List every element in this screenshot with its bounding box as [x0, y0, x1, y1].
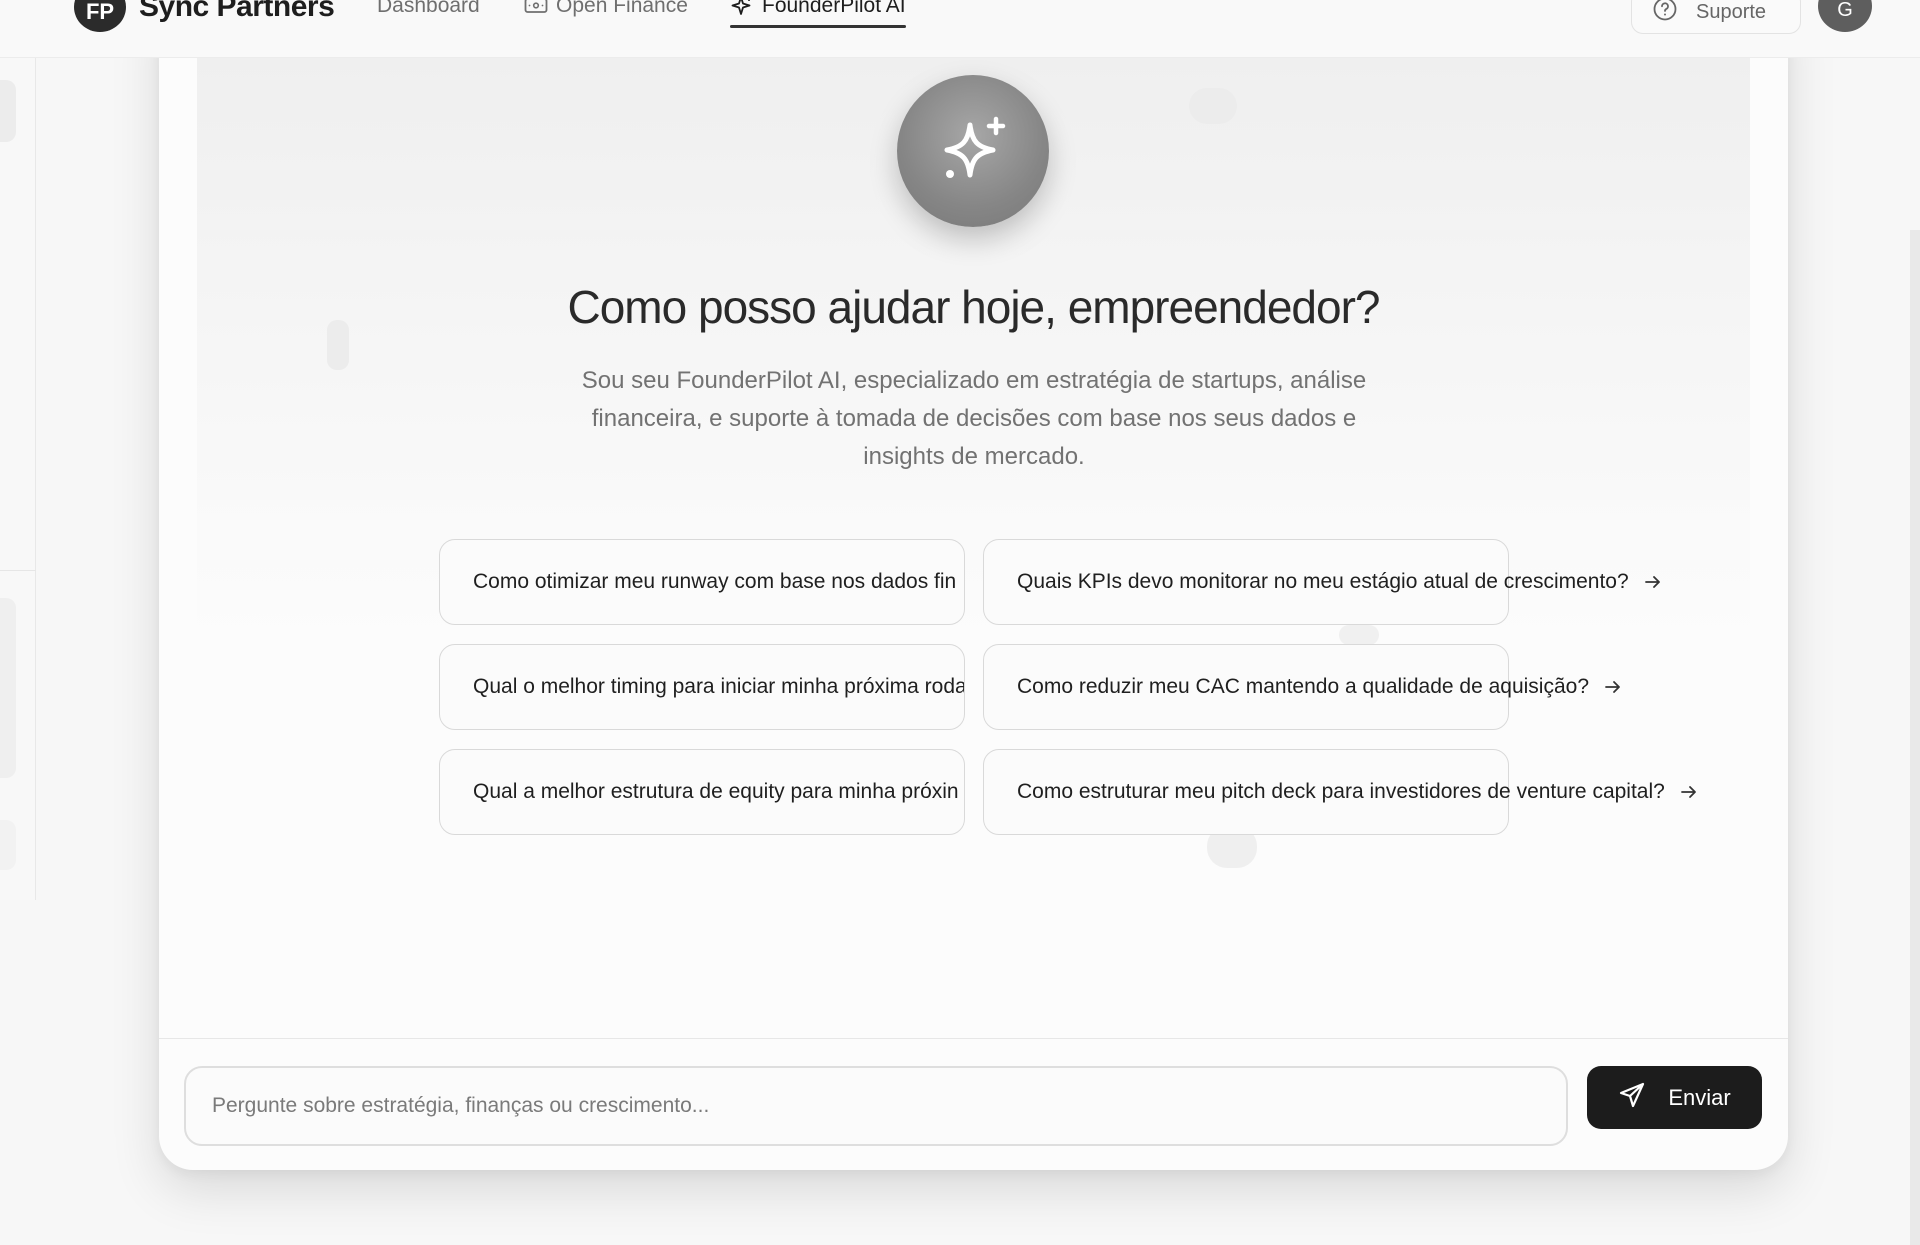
support-label: Suporte — [1696, 0, 1767, 23]
suggestion-card[interactable]: Como estruturar meu pitch deck para inve… — [983, 749, 1696, 835]
suggestion-text: Qual a melhor estrutura de equity para m… — [473, 780, 959, 803]
suggestion-text: Como estruturar meu pitch deck para inve… — [1017, 780, 1665, 803]
avatar[interactable]: G — [1818, 0, 1872, 32]
sparkle-icon — [730, 0, 754, 18]
arrow-right-icon — [1603, 677, 1623, 697]
sidebar-panel — [0, 598, 16, 778]
suggestion-card[interactable]: Como reduzir meu CAC mantendo a qualidad… — [983, 644, 1620, 730]
support-button[interactable]: Suporte — [1631, 0, 1801, 34]
brand-name[interactable]: Sync Partners — [139, 0, 335, 24]
send-button[interactable]: Enviar — [1587, 1066, 1762, 1129]
sidebar-rail — [0, 58, 36, 900]
page-title: Como posso ajudar hoje, empreendedor? — [567, 281, 1381, 333]
suggestion-text: Qual o melhor timing para iniciar minha … — [473, 675, 965, 698]
sidebar-small-button[interactable] — [0, 820, 16, 870]
sidebar-divider — [0, 570, 36, 571]
logo-badge[interactable]: FP — [74, 0, 126, 32]
chat-card: Como posso ajudar hoje, empreendedor? So… — [159, 0, 1788, 1170]
decorative-blob — [1339, 625, 1379, 645]
nav-founderpilot[interactable]: FounderPilot AI — [730, 0, 906, 28]
sidebar-handle[interactable] — [0, 80, 16, 142]
suggestion-card[interactable]: Quais KPIs devo monitorar no meu estágio… — [983, 539, 1660, 625]
arrow-right-icon — [1643, 572, 1663, 592]
wallet-icon — [524, 0, 548, 15]
nav-open-finance[interactable]: Open Finance — [524, 0, 688, 18]
suggestion-text: Como reduzir meu CAC mantendo a qualidad… — [1017, 675, 1590, 698]
chat-input[interactable]: Pergunte sobre estratégia, finanças ou c… — [184, 1066, 1568, 1146]
top-navigation: FP Sync Partners Dashboard Open Finance … — [0, 0, 1920, 58]
suggestion-text: Como otimizar meu runway com base nos da… — [473, 570, 957, 593]
nav-founderpilot-label: FounderPilot AI — [762, 0, 906, 17]
suggestion-card[interactable]: Qual a melhor estrutura de equity para m… — [439, 749, 965, 835]
scrollbar[interactable] — [1910, 230, 1920, 1245]
chat-input-placeholder: Pergunte sobre estratégia, finanças ou c… — [212, 1094, 710, 1117]
send-label: Enviar — [1668, 1084, 1731, 1110]
arrow-right-icon — [1679, 782, 1699, 802]
nav-dashboard-label: Dashboard — [377, 0, 480, 17]
sparkles-icon — [897, 75, 1049, 227]
send-icon — [1618, 1081, 1646, 1115]
decorative-blob — [1189, 88, 1237, 124]
suggestion-card[interactable]: Como otimizar meu runway com base nos da… — [439, 539, 965, 625]
composer-divider — [159, 1038, 1788, 1039]
help-circle-icon — [1652, 0, 1678, 28]
nav-open-finance-label: Open Finance — [556, 0, 688, 17]
hero-description: Sou seu FounderPilot AI, especializado e… — [581, 367, 1367, 470]
suggestion-text: Quais KPIs devo monitorar no meu estágio… — [1017, 570, 1629, 593]
nav-dashboard[interactable]: Dashboard — [377, 0, 480, 18]
suggestion-card[interactable]: Qual o melhor timing para iniciar minha … — [439, 644, 965, 730]
